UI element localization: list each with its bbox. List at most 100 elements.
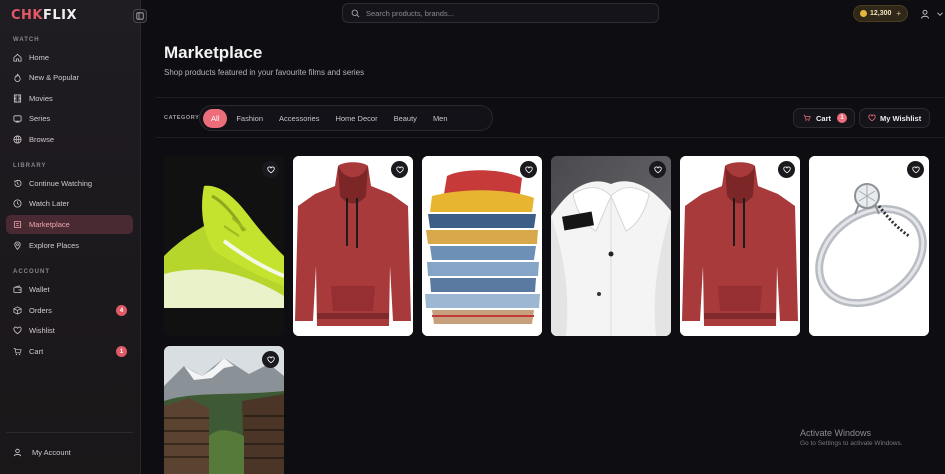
tv-icon [13,115,22,123]
my-wishlist-button[interactable]: My Wishlist [859,108,930,128]
sidebar-item-explore-places[interactable]: Explore Places [6,236,133,255]
sidebar-toggle-icon [136,12,144,20]
heart-icon [868,114,876,122]
box-icon [13,306,22,315]
product-card[interactable] [551,156,671,336]
heart-icon [653,166,662,173]
product-card[interactable] [293,156,413,336]
product-image-hoodie [680,156,800,336]
home-icon [13,53,22,62]
sidebar-item-cart[interactable]: Cart 1 [6,342,133,361]
product-card[interactable] [164,346,284,474]
product-card[interactable] [680,156,800,336]
sidebar-item-label: Watch Later [29,199,70,208]
sidebar-item-browse[interactable]: Browse [6,130,133,149]
sidebar-item-wallet[interactable]: Wallet [6,280,133,299]
user-icon [13,448,22,457]
search-input[interactable] [366,8,646,18]
cart-badge: 1 [116,346,127,357]
sidebar-item-series[interactable]: Series [6,109,133,128]
coins-value: 12,300 [870,10,892,17]
coins-balance[interactable]: 12,300 + [853,5,908,22]
brand-logo[interactable]: CHKFLIX [11,8,77,23]
sidebar-item-my-account[interactable]: My Account [6,443,133,462]
main-content: Marketplace Shop products featured in yo… [141,30,945,474]
sidebar: CHKFLIX WATCH Home New & Popular Movies … [0,0,141,474]
wishlist-toggle-button[interactable] [907,161,924,178]
sidebar-item-movies[interactable]: Movies [6,89,133,108]
wishlist-toggle-button[interactable] [649,161,666,178]
section-label-account: ACCOUNT [13,269,50,275]
search-box[interactable] [342,3,659,23]
sidebar-item-continue-watching[interactable]: Continue Watching [6,174,133,193]
sidebar-divider [6,432,133,433]
sidebar-item-label: My Account [32,448,71,457]
sidebar-item-new-popular[interactable]: New & Popular [6,68,133,87]
activate-windows-watermark: Activate Windows Go to Settings to activ… [800,428,903,447]
add-coins-icon: + [896,9,902,18]
heart-icon [266,166,275,173]
wishlist-toggle-button[interactable] [262,161,279,178]
map-pin-icon [14,241,21,250]
sidebar-item-label: Home [29,53,50,62]
product-image-clothes-stack [422,156,542,336]
category-chip-beauty[interactable]: Beauty [387,109,424,128]
flame-icon [14,73,21,82]
section-label-watch: WATCH [13,37,40,43]
sidebar-item-label: Movies [29,94,53,103]
sidebar-item-label: Orders [29,306,52,315]
wishlist-toggle-button[interactable] [520,161,537,178]
sidebar-item-label: New & Popular [29,73,80,82]
product-image-sneakers [164,156,284,336]
sidebar-collapse-button[interactable] [133,9,147,23]
logo-part-2: FLIX [43,8,78,23]
sidebar-item-watch-later[interactable]: Watch Later [6,194,133,213]
sidebar-item-orders[interactable]: Orders 4 [6,301,133,320]
sidebar-item-label: Cart [29,347,44,356]
category-chip-home-decor[interactable]: Home Decor [328,109,384,128]
heart-icon [13,326,22,335]
wishlist-toggle-button[interactable] [262,351,279,368]
sidebar-item-label: Marketplace [29,220,70,229]
watermark-subtitle: Go to Settings to activate Windows. [800,440,903,447]
sidebar-item-label: Browse [29,135,55,144]
product-card[interactable] [809,156,929,336]
history-icon [14,179,22,187]
sidebar-item-label: Explore Places [29,241,80,250]
category-chip-accessories[interactable]: Accessories [272,109,326,128]
product-image-white-shirt [551,156,671,336]
chevron-down-icon[interactable] [936,10,944,18]
divider [156,97,945,98]
sidebar-item-home[interactable]: Home [6,48,133,67]
sidebar-item-label: Continue Watching [29,179,93,188]
cart-icon [13,347,22,356]
cart-label: Cart [816,113,832,123]
category-chip-fashion[interactable]: Fashion [229,109,270,128]
sidebar-item-wishlist[interactable]: Wishlist [6,321,133,340]
category-chip-all[interactable]: All [203,108,228,128]
product-card[interactable] [422,156,542,336]
sidebar-item-label: Wallet [29,285,50,294]
search-icon [351,9,360,17]
wishlist-label: My Wishlist [880,113,922,123]
wishlist-toggle-button[interactable] [778,161,795,178]
page-title: Marketplace [164,43,263,62]
cart-button[interactable]: Cart 1 [793,108,855,128]
user-icon[interactable] [920,9,930,19]
sidebar-item-marketplace[interactable]: Marketplace [6,215,133,234]
sidebar-item-label: Series [29,114,51,123]
section-label-library: LIBRARY [13,163,47,169]
film-icon [13,94,22,103]
orders-badge: 4 [116,305,127,316]
heart-icon [911,166,920,173]
divider [156,137,945,138]
cart-count-badge: 1 [837,113,848,123]
globe-icon [13,135,22,144]
cart-icon [803,114,811,122]
product-card[interactable] [164,156,284,336]
wishlist-toggle-button[interactable] [391,161,408,178]
category-chip-men[interactable]: Men [426,109,455,128]
page-subtitle: Shop products featured in your favourite… [164,68,365,77]
heart-icon [524,166,533,173]
heart-icon [395,166,404,173]
